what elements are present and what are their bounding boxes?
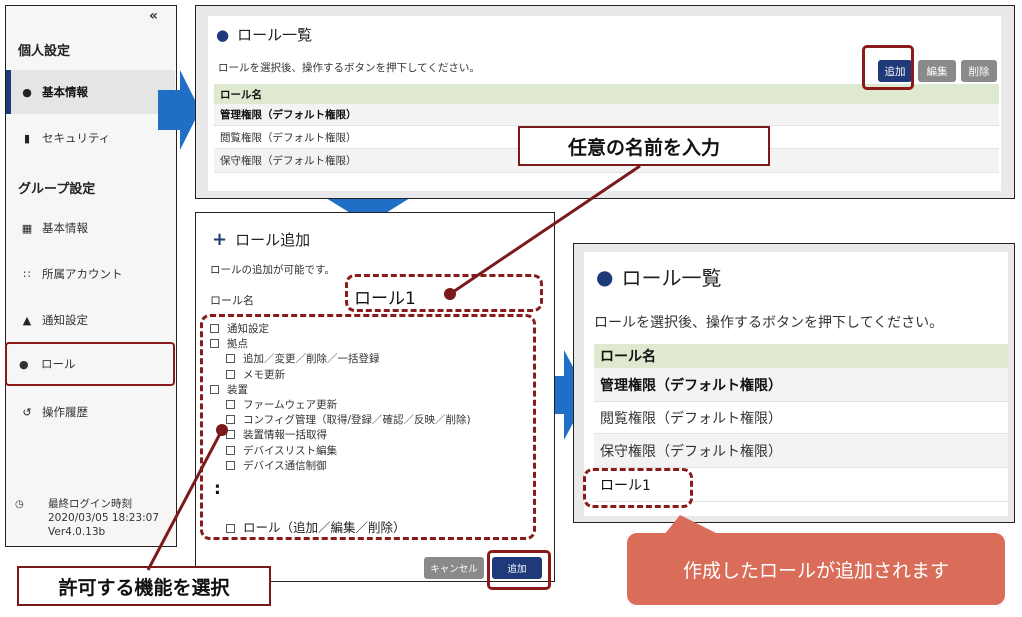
callout-connector-lines <box>146 164 730 571</box>
result-callout: 作成したロールが追加されます <box>627 533 1005 605</box>
